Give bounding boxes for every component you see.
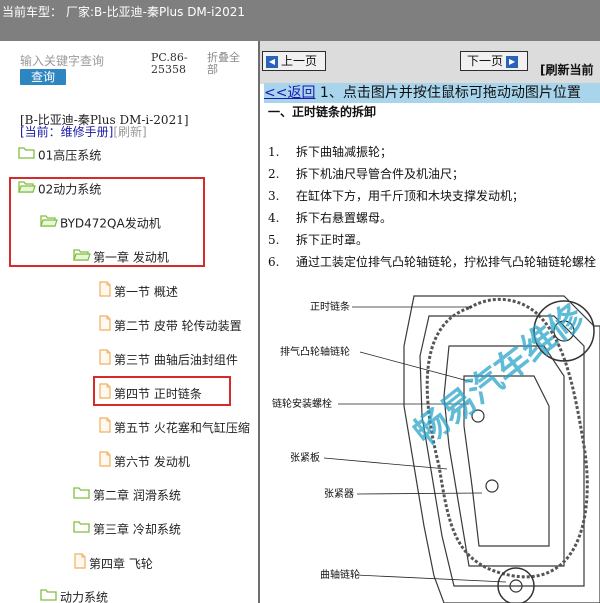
- step-number: 5.: [268, 233, 280, 247]
- arrow-right-icon: ▶: [506, 55, 519, 68]
- tree-item-timing-chain[interactable]: 第四节 正时链条: [98, 383, 202, 403]
- tree-item-label: 第二章 润滑系统: [93, 488, 181, 503]
- search-button[interactable]: 查询: [20, 69, 66, 85]
- label-tensioner-plate: 张紧板: [290, 451, 320, 464]
- tree-item-label: 第五节 火花塞和气缸压缩: [114, 421, 250, 435]
- folder-open-icon: [18, 180, 36, 200]
- label-timing-chain: 正时链条: [310, 300, 350, 313]
- step-text: 拆下右悬置螺母。: [296, 211, 393, 225]
- step-item: 2. 拆下机油尺导管合件及机油尺；: [268, 167, 464, 181]
- folder-icon: [40, 588, 58, 603]
- search-input[interactable]: [20, 53, 146, 69]
- step-text: 拆下机油尺导管合件及机油尺；: [296, 167, 465, 181]
- document-icon: [98, 349, 112, 371]
- document-body: 一、正时链条的拆卸 1. 拆下曲轴减振轮； 2. 拆下机油尺导管合件及机油尺； 3. 在缸…: [268, 105, 600, 269]
- label-sprocket-bolt: 链轮安装螺栓: [272, 397, 332, 410]
- step-number: 6.: [268, 255, 280, 269]
- step-text: 拆下正时罩。: [296, 233, 369, 247]
- section-title: 一、正时链条的拆卸: [268, 105, 377, 119]
- document-icon: [98, 383, 112, 405]
- step-item: 5. 拆下正时罩。: [268, 233, 368, 247]
- document-icon: [98, 315, 112, 337]
- vehicle-label: 当前车型：: [2, 5, 63, 19]
- tree-item-chapter-engine[interactable]: 第一章 发动机: [73, 247, 169, 267]
- folder-open-icon: [40, 214, 58, 234]
- tree-item-label: 第四章 飞轮: [89, 557, 153, 571]
- tree-item-label: 第三节 曲轴后油封组件: [114, 353, 238, 367]
- tree-item-engine[interactable]: 第六节 发动机: [98, 451, 190, 471]
- step-text: 在缸体下方，用千斤顶和木块支撑发动机；: [296, 189, 525, 203]
- timing-chain-diagram[interactable]: 正时链条 排气凸轮轴链轮 链轮安装螺栓 张紧板 张紧器 曲轴链轮 畅易汽车维修: [264, 286, 600, 603]
- folder-icon: [73, 486, 91, 506]
- hint-bar: <<返回 1、点击图片并按住鼠标可拖动动图片位置: [264, 83, 600, 103]
- step-item: 4. 拆下右悬置螺母。: [268, 211, 392, 225]
- tree-item-label: 01高压系统: [38, 148, 102, 163]
- current-manual: [当前：维修手册]: [20, 125, 114, 139]
- step-number: 4.: [268, 211, 280, 225]
- folder-open-icon: [73, 248, 91, 268]
- step-text: 通过工装定位排气凸轮轴链轮，拧松排气凸轮轴链轮螺栓: [296, 255, 597, 269]
- tree-item-high-voltage[interactable]: 01高压系统: [18, 145, 101, 165]
- tree-item-label: 第六节 发动机: [114, 455, 190, 469]
- drag-hint: 1、点击图片并按住鼠标可拖动动图片位置: [315, 85, 581, 101]
- label-tensioner: 张紧器: [324, 488, 354, 500]
- tree-item-label: 02动力系统: [38, 182, 102, 197]
- tree-item-powertrain[interactable]: 02动力系统: [18, 179, 101, 199]
- folder-icon: [18, 146, 36, 166]
- step-number: 1.: [268, 145, 280, 159]
- tree-item-lubrication[interactable]: 第二章 润滑系统: [73, 485, 181, 505]
- tree-item-label: 第四节 正时链条: [114, 387, 202, 401]
- tree-item-cooling[interactable]: 第三章 冷却系统: [73, 519, 181, 539]
- content-pane: ◀ 上一页 下一页 ▶ [刷新当前 <<返回 1、点击图片并按住鼠标可拖动动图片位置…: [260, 41, 600, 603]
- back-link[interactable]: <<返回: [264, 85, 315, 101]
- tree-item-flywheel[interactable]: 第四章 飞轮: [73, 553, 153, 573]
- tree-item-label: BYD472QA发动机: [60, 216, 161, 231]
- step-item: 1. 拆下曲轴减振轮；: [268, 145, 392, 159]
- label-exhaust-sprocket: 排气凸轮轴链轮: [280, 345, 350, 358]
- folder-icon: [73, 520, 91, 540]
- step-item: 6. 通过工装定位排气凸轮轴链轮，拧松排气凸轮轴链轮螺栓: [268, 255, 596, 269]
- step-number: 2.: [268, 167, 280, 181]
- document-icon: [98, 281, 112, 303]
- tree-item-label: 第一章 发动机: [93, 250, 169, 265]
- tree-item-engine-byd472qa[interactable]: BYD472QA发动机: [40, 213, 161, 233]
- sidebar: 查询 PC.86-25358 折叠全部 [B-比亚迪-秦Plus DM-i-20…: [0, 41, 258, 603]
- top-bar: 当前车型： 厂家:B-比亚迪-秦Plus DM-i2021: [0, 0, 600, 41]
- refresh-link[interactable]: [刷新]: [113, 125, 146, 139]
- arrow-left-icon: ◀: [266, 55, 278, 68]
- next-page-label: 下一页: [467, 54, 504, 68]
- refresh-current-button[interactable]: [刷新当前: [540, 61, 594, 78]
- tree-item-rear-oil-seal[interactable]: 第三节 曲轴后油封组件: [98, 349, 238, 369]
- tree-item-label: 第二节 皮带 轮传动装置: [114, 319, 242, 333]
- tree-item-overview[interactable]: 第一节 概述: [98, 281, 178, 301]
- prev-page-button[interactable]: ◀ 上一页: [262, 51, 326, 71]
- current-location: [当前：维修手册][刷新]: [20, 125, 147, 139]
- step-text: 拆下曲轴减振轮；: [296, 145, 393, 159]
- next-page-button[interactable]: 下一页 ▶: [460, 51, 528, 71]
- tree-item-label: 第三章 冷却系统: [93, 522, 181, 537]
- vehicle-value: 厂家:B-比亚迪-秦Plus DM-i2021: [66, 5, 245, 19]
- collapse-all-button[interactable]: 折叠全部: [207, 52, 247, 76]
- tree-item-label: 第一节 概述: [114, 285, 178, 299]
- document-icon: [73, 553, 87, 575]
- document-icon: [98, 451, 112, 473]
- document-icon: [98, 417, 112, 439]
- step-number: 3.: [268, 189, 280, 203]
- label-crank-sprocket: 曲轴链轮: [320, 568, 360, 581]
- tree-item-spark-plug[interactable]: 第五节 火花塞和气缸压缩: [98, 417, 250, 437]
- tree-item-label: 动力系统: [60, 590, 109, 603]
- nav-strip: ◀ 上一页 下一页 ▶ [刷新当前: [260, 41, 600, 84]
- pc-code: PC.86-25358: [151, 51, 188, 76]
- tree-item-power-system[interactable]: 动力系统: [40, 587, 108, 603]
- prev-page-label: 上一页: [281, 54, 318, 68]
- tree-item-belt-drive[interactable]: 第二节 皮带 轮传动装置: [98, 315, 242, 335]
- step-item: 3. 在缸体下方，用千斤顶和木块支撑发动机；: [268, 189, 524, 203]
